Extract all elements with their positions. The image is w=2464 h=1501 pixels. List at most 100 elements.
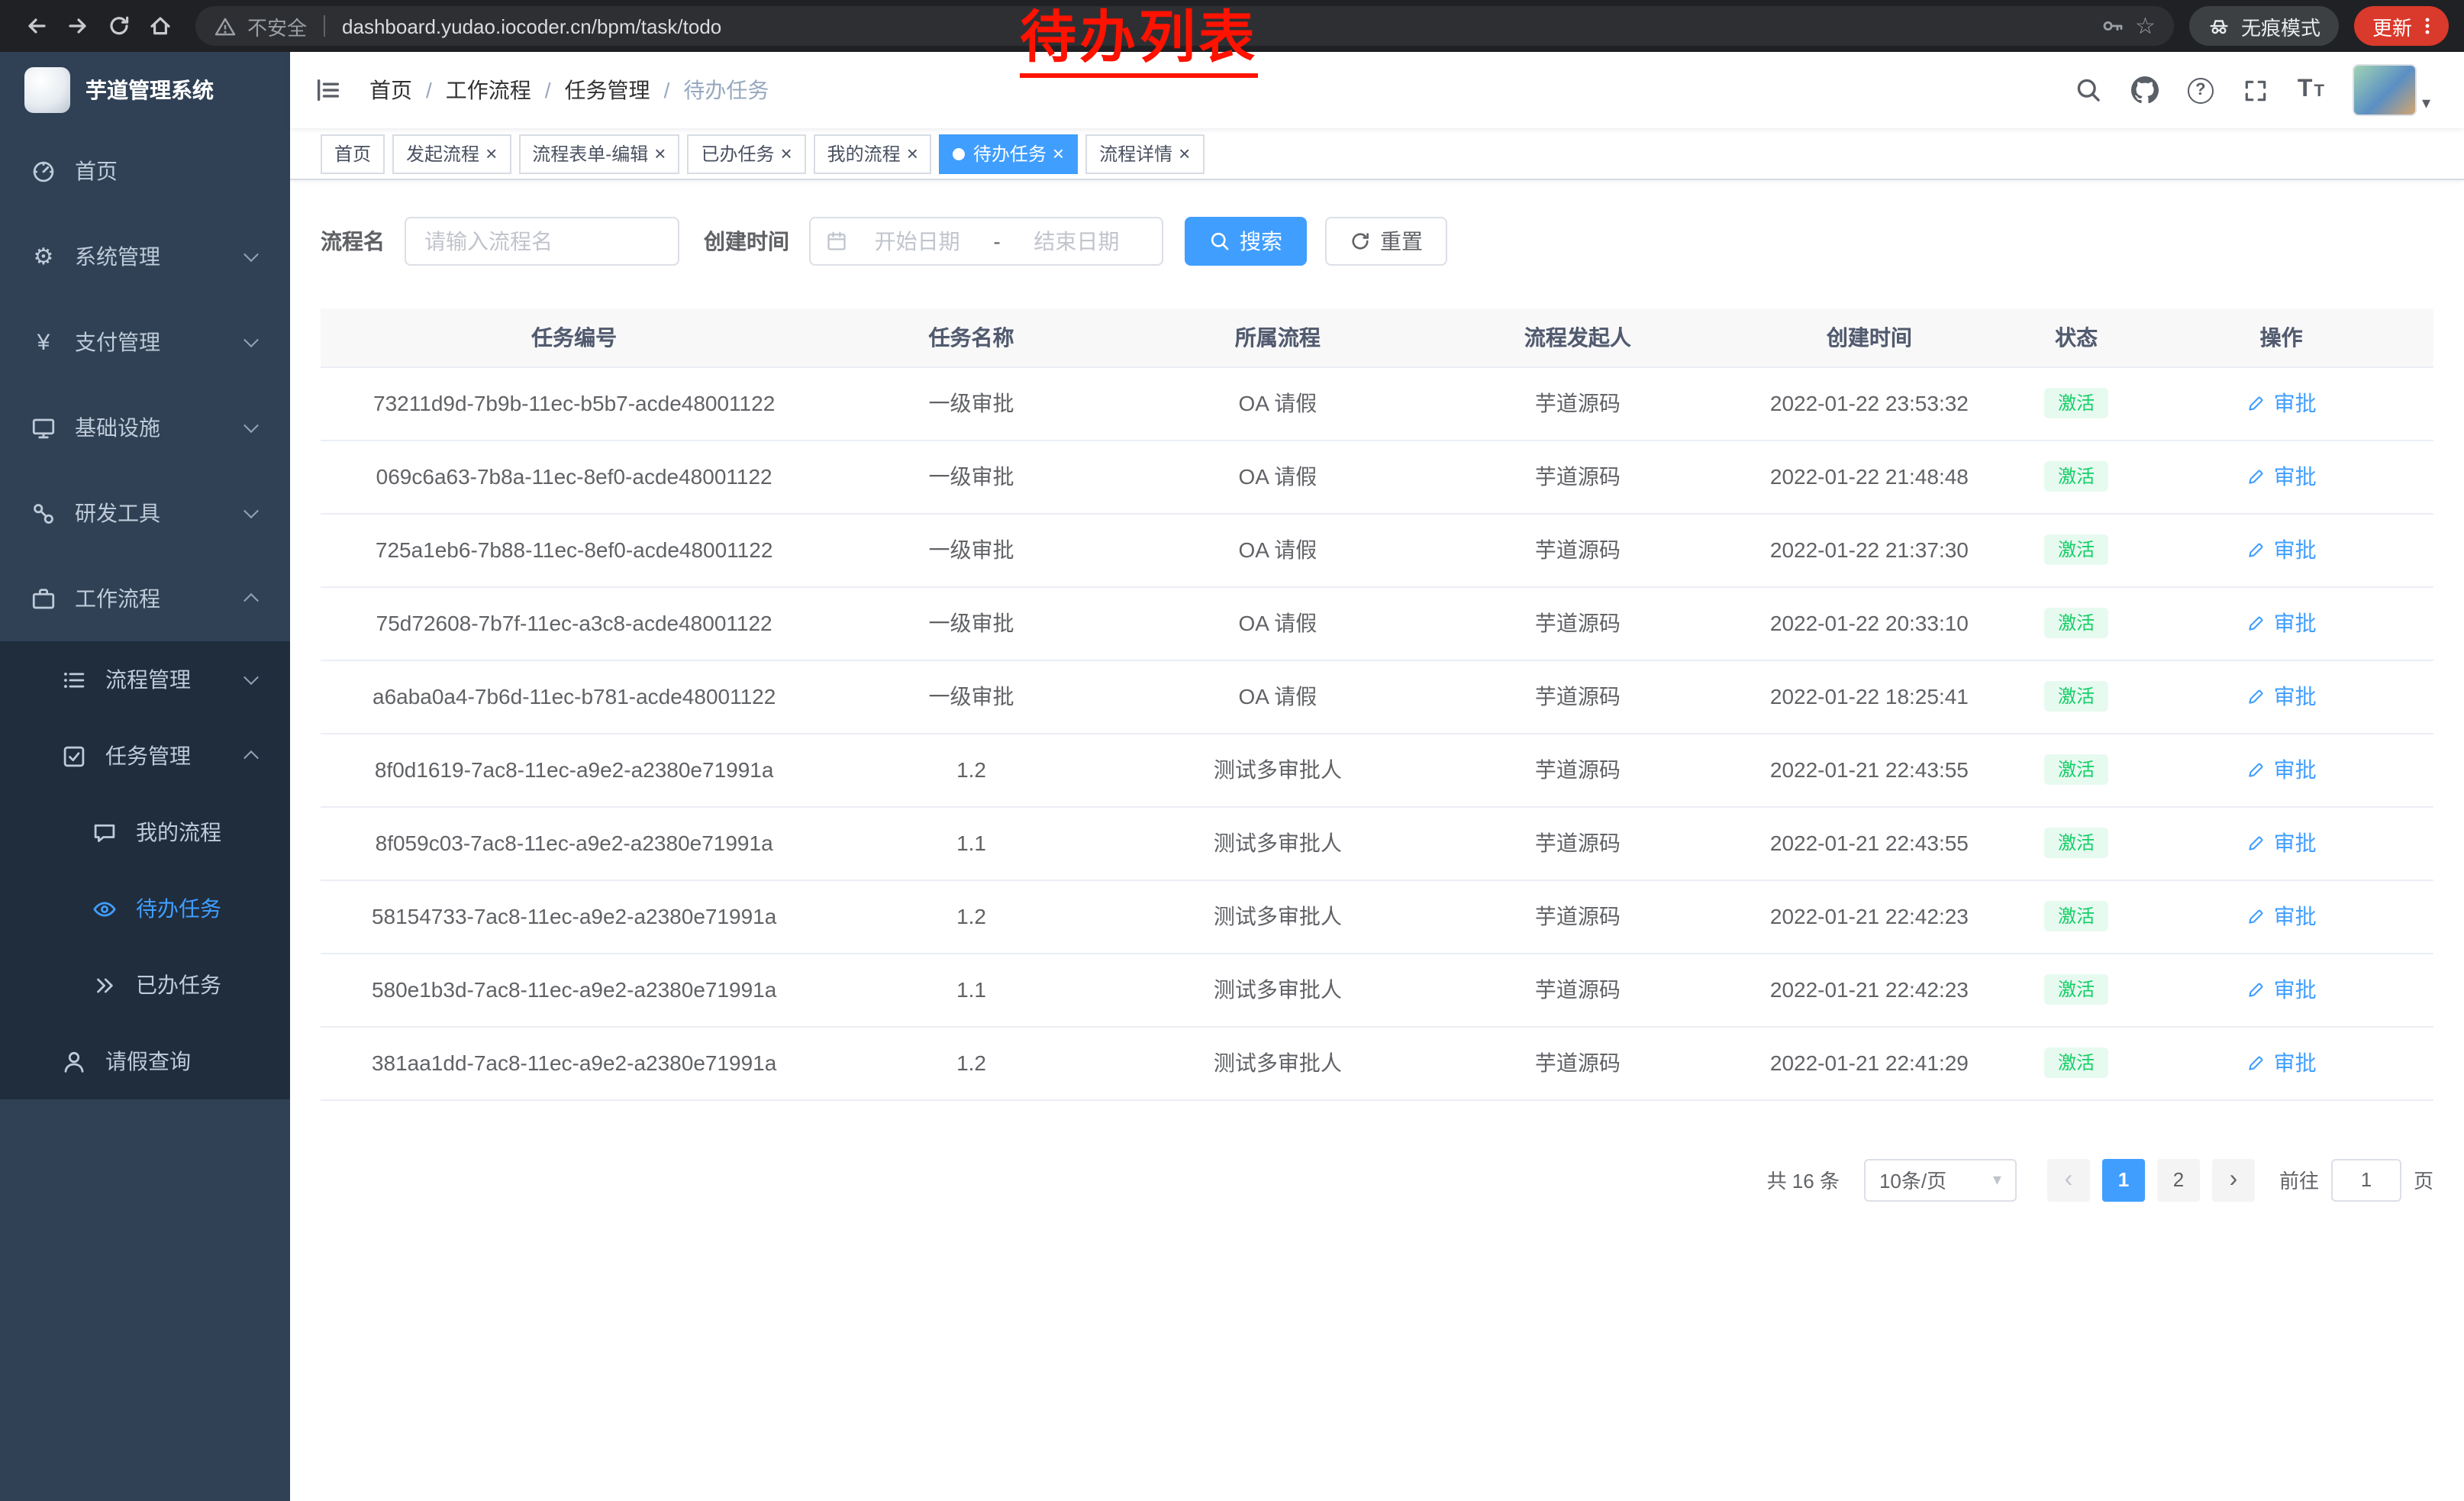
edit-icon (2246, 906, 2266, 926)
check-square-icon (61, 743, 87, 769)
approve-link[interactable]: 审批 (2246, 461, 2317, 492)
approve-link[interactable]: 审批 (2246, 754, 2317, 785)
fullscreen-icon (2243, 77, 2269, 103)
bookmark-star-icon[interactable]: ☆ (2135, 12, 2156, 40)
cell-action: 审批 (2129, 806, 2433, 880)
sidebar-item-todo-task[interactable]: 待办任务 (0, 870, 290, 947)
key-icon[interactable] (2100, 14, 2124, 38)
tab-todo-task[interactable]: 待办任务 × (940, 134, 1078, 173)
github-button[interactable] (2131, 76, 2159, 104)
close-icon[interactable]: × (780, 144, 792, 163)
approve-link[interactable]: 审批 (2246, 1047, 2317, 1078)
approve-link[interactable]: 审批 (2246, 388, 2317, 418)
approve-link[interactable]: 审批 (2246, 681, 2317, 712)
next-page-button[interactable]: › (2212, 1158, 2255, 1201)
active-dot-icon (953, 147, 966, 160)
hamburger-icon (314, 76, 342, 104)
app-logo: 芋道管理系统 (0, 52, 290, 128)
tab-home[interactable]: 首页 (321, 134, 385, 173)
sidebar-item-process-manage[interactable]: 流程管理 (0, 641, 290, 718)
back-button[interactable] (15, 5, 56, 47)
chevron-up-icon (243, 593, 259, 608)
double-chevron-icon (92, 972, 118, 998)
eye-icon (92, 896, 118, 922)
table-row: 73211d9d-7b9b-11ec-b5b7-acde48001122 一级审… (321, 366, 2433, 440)
cell-initiator: 芋道源码 (1440, 660, 1715, 733)
font-size-large-icon: T (2298, 76, 2313, 104)
navbar: 首页 / 工作流程 / 任务管理 / 待办任务 ? (290, 52, 2464, 128)
avatar[interactable] (2353, 64, 2417, 116)
cell-process: OA 请假 (1115, 366, 1440, 440)
tab-my-process[interactable]: 我的流程 × (814, 134, 932, 173)
sidebar-item-leave-query[interactable]: 请假查询 (0, 1023, 290, 1099)
close-icon[interactable]: × (1053, 144, 1064, 163)
prev-page-button[interactable]: ‹ (2047, 1158, 2090, 1201)
sidebar-item-system[interactable]: ⚙ 系统管理 (0, 214, 290, 299)
breadcrumb-task-manage[interactable]: 任务管理 (565, 75, 650, 105)
help-button[interactable]: ? (2188, 77, 2214, 103)
table-row: 58154733-7ac8-11ec-a9e2-a2380e71991a 1.2… (321, 880, 2433, 953)
breadcrumb-home[interactable]: 首页 (369, 75, 412, 105)
approve-link[interactable]: 审批 (2246, 974, 2317, 1005)
user-menu[interactable]: ▾ (2353, 64, 2430, 116)
table-row: 8f059c03-7ac8-11ec-a9e2-a2380e71991a 1.1… (321, 806, 2433, 880)
cell-initiator: 芋道源码 (1440, 880, 1715, 953)
page-1-button[interactable]: 1 (2102, 1158, 2145, 1201)
table-row: 381aa1dd-7ac8-11ec-a9e2-a2380e71991a 1.2… (321, 1026, 2433, 1099)
sidebar-item-workflow[interactable]: 工作流程 (0, 556, 290, 641)
incognito-label: 无痕模式 (2241, 11, 2320, 40)
sidebar-item-pay[interactable]: ¥ 支付管理 (0, 299, 290, 385)
reload-button[interactable] (98, 5, 139, 47)
tab-start-process[interactable]: 发起流程 × (392, 134, 511, 173)
collapse-sidebar-button[interactable] (311, 73, 345, 107)
approve-link[interactable]: 审批 (2246, 901, 2317, 931)
sidebar-item-my-process[interactable]: 我的流程 (0, 794, 290, 870)
goto-label: 前往 (2279, 1165, 2319, 1194)
search-button[interactable]: 搜索 (1185, 217, 1307, 266)
cell-task-id: 8f059c03-7ac8-11ec-a9e2-a2380e71991a (321, 806, 827, 880)
page-size-select[interactable]: 10条/页 ▾ (1864, 1158, 2017, 1201)
font-size-button[interactable]: T T (2298, 76, 2324, 104)
menu-dots-icon[interactable] (2417, 15, 2438, 37)
approve-link[interactable]: 审批 (2246, 828, 2317, 858)
cell-task-id: 580e1b3d-7ac8-11ec-a9e2-a2380e71991a (321, 953, 827, 1026)
close-icon[interactable]: × (1179, 144, 1190, 163)
cell-status: 激活 (2024, 806, 2129, 880)
sidebar-item-devtools[interactable]: 研发工具 (0, 470, 290, 556)
cell-process: 测试多审批人 (1115, 953, 1440, 1026)
sidebar-item-task-manage[interactable]: 任务管理 (0, 718, 290, 794)
breadcrumb-workflow[interactable]: 工作流程 (446, 75, 531, 105)
cell-task-id: 381aa1dd-7ac8-11ec-a9e2-a2380e71991a (321, 1026, 827, 1099)
home-button[interactable] (139, 5, 180, 47)
close-icon[interactable]: × (907, 144, 918, 163)
close-icon[interactable]: × (654, 144, 666, 163)
search-button[interactable] (2075, 76, 2102, 104)
logo-avatar (24, 67, 70, 113)
tab-done-task[interactable]: 已办任务 × (687, 134, 805, 173)
approve-link[interactable]: 审批 (2246, 534, 2317, 565)
page-unit-label: 页 (2414, 1165, 2433, 1194)
process-name-input[interactable] (405, 217, 679, 266)
update-button[interactable]: 更新 (2354, 6, 2449, 46)
address-bar[interactable]: 不安全 dashboard.yudao.iocoder.cn/bpm/task/… (195, 6, 2174, 46)
approve-link[interactable]: 审批 (2246, 608, 2317, 638)
cell-action: 审批 (2129, 586, 2433, 660)
date-range-picker[interactable]: 开始日期 - 结束日期 (809, 217, 1163, 266)
reset-button[interactable]: 重置 (1325, 217, 1447, 266)
person-icon (61, 1048, 87, 1074)
close-icon[interactable]: × (485, 144, 497, 163)
status-badge: 激活 (2044, 388, 2108, 418)
col-created: 创建时间 (1715, 308, 2024, 366)
fullscreen-button[interactable] (2243, 77, 2269, 103)
sidebar-item-infra[interactable]: 基础设施 (0, 385, 290, 470)
page-2-button[interactable]: 2 (2157, 1158, 2200, 1201)
cell-initiator: 芋道源码 (1440, 806, 1715, 880)
tab-form-edit[interactable]: 流程表单-编辑 × (518, 134, 679, 173)
tools-icon (31, 500, 56, 526)
sidebar-item-home[interactable]: 首页 (0, 128, 290, 214)
forward-button[interactable] (56, 5, 98, 47)
list-icon (61, 667, 87, 692)
tab-process-detail[interactable]: 流程详情 × (1085, 134, 1204, 173)
sidebar-item-done-task[interactable]: 已办任务 (0, 947, 290, 1023)
goto-page-input[interactable] (2331, 1158, 2401, 1201)
